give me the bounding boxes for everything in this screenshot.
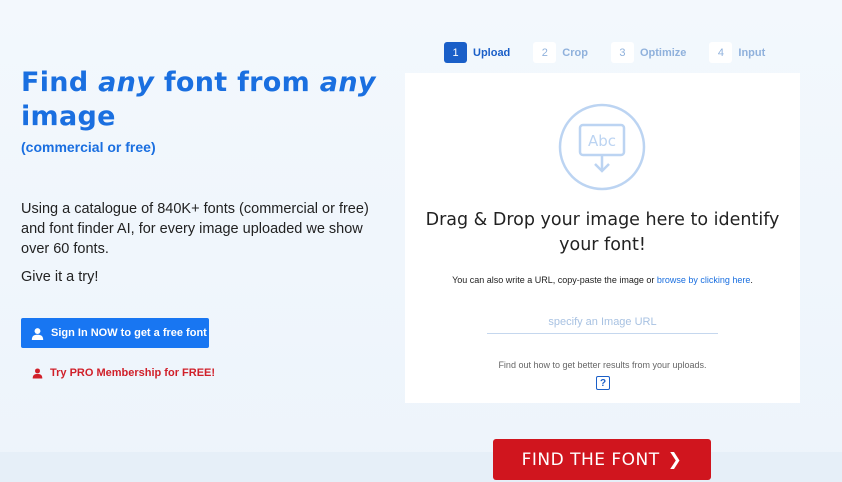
help-icon[interactable]: ? [596, 376, 610, 390]
title-emphasis: any [319, 67, 376, 98]
find-font-button[interactable]: FIND THE FONT ❯ [493, 439, 711, 480]
drag-drop-line: Drag & Drop your image here to identify [425, 210, 780, 230]
sign-in-label: Sign In NOW to get a free font [51, 327, 207, 339]
chevron-right-icon: ❯ [667, 449, 683, 470]
pro-membership-link[interactable]: Try PRO Membership for FREE! [32, 367, 215, 379]
step-number: 1 [444, 42, 467, 63]
find-font-label: FIND THE FONT [521, 449, 660, 470]
step-crop[interactable]: 2 Crop [533, 42, 588, 63]
hero-description: Using a catalogue of 840K+ fonts (commer… [21, 201, 369, 257]
step-number: 3 [610, 42, 634, 63]
user-icon [32, 368, 43, 379]
user-icon [31, 327, 44, 340]
step-upload[interactable]: 1 Upload [444, 42, 510, 63]
drag-drop-line: your font! [559, 235, 646, 255]
step-label: Upload [473, 46, 511, 59]
step-optimize[interactable]: 3 Optimize [610, 42, 687, 63]
image-upload-icon: Abc [558, 103, 646, 191]
step-label: Input [738, 46, 766, 59]
hero-title: Find any font from any image [21, 66, 391, 134]
results-tip: Find out how to get better results from … [498, 360, 707, 370]
step-number: 4 [709, 42, 733, 63]
hint-text: You can also write a URL, copy-paste the… [452, 275, 655, 285]
title-word: Find [21, 67, 89, 98]
try-text: Give it a try! [21, 269, 99, 285]
hero-subtitle: (commercial or free) [21, 139, 156, 155]
image-url-input[interactable] [487, 311, 718, 334]
hint-suffix: . [750, 275, 753, 285]
pro-membership-label: Try PRO Membership for FREE! [50, 367, 216, 379]
step-label: Crop [562, 46, 588, 59]
sign-in-button[interactable]: Sign In NOW to get a free font [21, 318, 209, 348]
step-number: 2 [533, 42, 557, 63]
step-input[interactable]: 4 Input [709, 42, 765, 63]
title-emphasis: any [98, 67, 155, 98]
title-word: image [21, 101, 116, 132]
upload-dropzone[interactable]: Abc Drag & Drop your image here to ident… [405, 73, 800, 403]
url-hint: You can also write a URL, copy-paste the… [405, 275, 800, 285]
drag-drop-title: Drag & Drop your image here to identify … [405, 208, 800, 258]
bottom-band [0, 452, 842, 482]
title-word: font from [163, 67, 311, 98]
browse-link[interactable]: browse by clicking here [657, 275, 751, 285]
hero-section: Find any font from any image (commercial… [21, 66, 391, 155]
step-indicator: 1 Upload 2 Crop 3 Optimize 4 Input [444, 42, 788, 63]
illustration-text: Abc [588, 132, 616, 150]
step-label: Optimize [639, 46, 687, 59]
